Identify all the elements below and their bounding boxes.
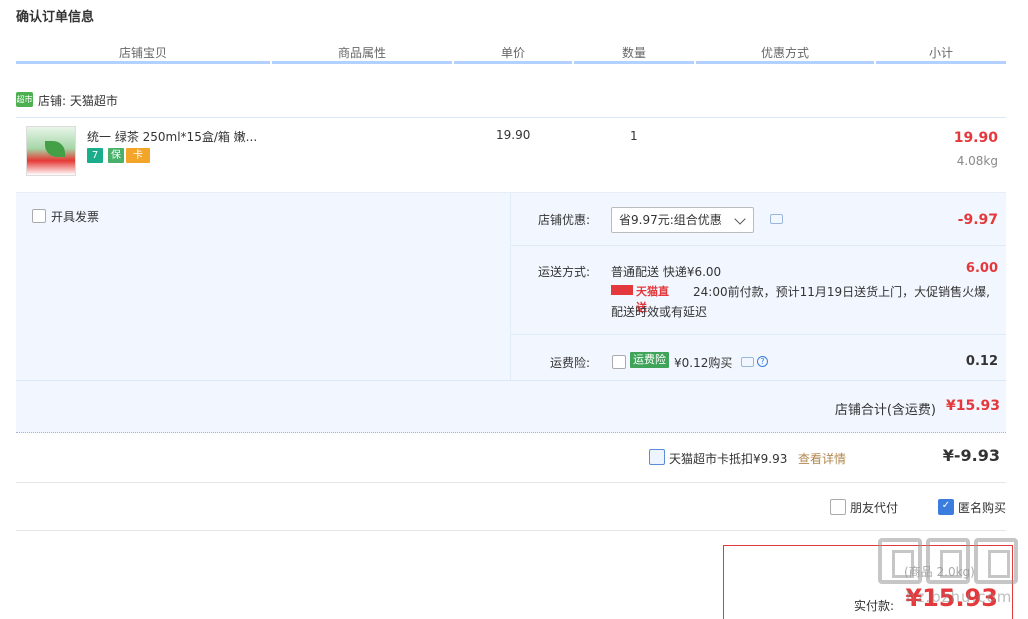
tmall-supermarket-icon: 超市 <box>16 92 33 107</box>
tmall-card-amount: ¥-9.93 <box>942 446 1000 465</box>
leaf-icon <box>45 141 65 157</box>
shop-discount-label: 店铺优惠: <box>537 213 590 227</box>
comment-icon[interactable] <box>741 357 754 367</box>
shop-total-value: ¥15.93 <box>945 398 1000 414</box>
watermark: hz.bzhu.com <box>876 538 1024 614</box>
anonymous-label: 匿名购买 <box>958 501 1007 515</box>
invoice-label: 开具发票 <box>51 210 100 224</box>
shipping-note-line1: 24:00前付款，预计11月19日送货上门，大促销售火爆, <box>693 285 990 299</box>
insurance-label: 运费险: <box>549 356 590 370</box>
product-name-link[interactable]: 统一 绿茶 250ml*15盒/箱 嫩... <box>87 128 257 145</box>
shop-discount-select[interactable]: 省9.97元:组合优惠 <box>611 207 754 233</box>
unit-price: 19.90 <box>496 128 531 142</box>
shipping-method: 普通配送 快递¥6.00 <box>611 265 722 279</box>
order-options-panel: 开具发票 店铺优惠: 省9.97元:组合优惠 -9.97 运送方式: 普通配送 … <box>16 193 1006 381</box>
guarantee-icon[interactable]: 保 <box>108 148 124 163</box>
tmall-direct-logo: 天猫直送 <box>611 283 679 314</box>
watermark-glyph <box>878 538 922 584</box>
page-title: 确认订单信息 <box>16 10 95 25</box>
separator <box>511 334 1006 335</box>
column-header-subtotal: 小计 <box>876 44 1006 64</box>
insurance-amount: 0.12 <box>965 354 998 369</box>
insurance-checkbox[interactable] <box>612 355 626 369</box>
tmall-card-row: 天猫超市卡抵扣¥9.93 查看详情 ¥-9.93 <box>16 433 1006 483</box>
tmall-card-label: 天猫超市卡抵扣¥9.93 <box>669 452 788 466</box>
insurance-price: ¥0.12购买 <box>674 356 733 370</box>
item-weight: 4.08kg <box>956 154 998 168</box>
help-icon[interactable]: ? <box>757 356 768 367</box>
product-thumbnail[interactable] <box>26 126 76 176</box>
column-header-price: 单价 <box>454 44 572 64</box>
shop-discount-selected: 省9.97元:组合优惠 <box>619 213 722 227</box>
shipping-amount: 6.00 <box>965 261 998 276</box>
payment-options-row: 朋友代付 ✓ 匿名购买 <box>16 483 1006 531</box>
insurance-badge: 运费险 <box>630 352 669 368</box>
item-subtotal: 19.90 <box>953 130 998 146</box>
shop-row: 超市 店铺: 天猫超市 <box>16 88 1006 118</box>
shipping-label: 运送方式: <box>537 265 590 279</box>
watermark-glyph <box>926 538 970 584</box>
watermark-text: hz.bzhu.com <box>906 588 1013 606</box>
comment-icon[interactable] <box>770 214 783 224</box>
card-payment-icon[interactable]: 卡 <box>126 148 150 163</box>
friend-pay-label: 朋友代付 <box>850 501 899 515</box>
shipping-note-line2: 配送时效或有延迟 <box>611 305 708 319</box>
shop-total-row: 店铺合计(含运费) ¥15.93 <box>16 381 1006 433</box>
view-details-link[interactable]: 查看详情 <box>798 450 846 467</box>
tmall-card-checkbox[interactable] <box>649 449 665 465</box>
column-header-attributes: 商品属性 <box>272 44 452 64</box>
invoice-checkbox[interactable] <box>32 209 46 223</box>
seven-day-return-icon[interactable]: 7 <box>87 148 103 163</box>
panel-divider <box>510 193 511 381</box>
separator <box>511 245 1006 246</box>
friend-pay-checkbox[interactable] <box>830 499 846 515</box>
tmall-cat-icon <box>611 285 633 295</box>
column-header-discount: 优惠方式 <box>696 44 874 64</box>
watermark-glyph <box>974 538 1018 584</box>
order-item-row: 统一 绿茶 250ml*15盒/箱 嫩... 7 保 卡 19.90 1 19.… <box>16 118 1006 193</box>
column-header-quantity: 数量 <box>574 44 694 64</box>
shop-total-label: 店铺合计(含运费) <box>834 403 936 418</box>
column-header-shop-item: 店铺宝贝 <box>16 44 270 64</box>
quantity: 1 <box>630 129 638 143</box>
chevron-down-icon <box>734 213 746 225</box>
shop-label[interactable]: 店铺: 天猫超市 <box>38 92 118 109</box>
anonymous-checkbox[interactable]: ✓ <box>938 499 954 515</box>
shop-discount-amount: -9.97 <box>957 212 998 228</box>
